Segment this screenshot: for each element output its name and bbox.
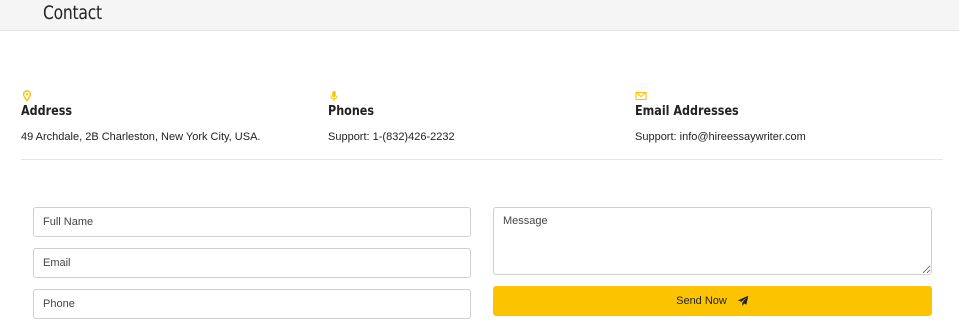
map-pin-icon (22, 90, 32, 102)
message-textarea[interactable] (493, 207, 932, 275)
full-name-input[interactable] (33, 207, 471, 237)
phone-input[interactable] (33, 289, 471, 319)
phones-block: Phones Support: 1-(832)426-2232 (328, 90, 455, 143)
email-heading: Email Addresses (635, 104, 739, 119)
page-header: Contact (0, 0, 959, 31)
microphone-icon (330, 91, 338, 101)
phones-heading: Phones (328, 104, 375, 119)
phones-value: Support: 1-(832)426-2232 (328, 131, 455, 143)
send-now-label: Send Now (676, 295, 727, 307)
envelope-icon (635, 91, 647, 101)
address-heading: Address (21, 104, 73, 119)
email-input[interactable] (33, 248, 471, 278)
email-block: Email Addresses Support: info@hireessayw… (635, 90, 806, 143)
address-value: 49 Archdale, 2B Charleston, New York Cit… (21, 131, 261, 143)
section-divider (21, 159, 943, 160)
address-block: Address 49 Archdale, 2B Charleston, New … (21, 90, 260, 143)
page-title: Contact (43, 2, 102, 24)
send-now-button[interactable]: Send Now (493, 286, 932, 316)
email-value: Support: info@hireessaywriter.com (635, 131, 806, 143)
paper-plane-icon (737, 295, 749, 306)
